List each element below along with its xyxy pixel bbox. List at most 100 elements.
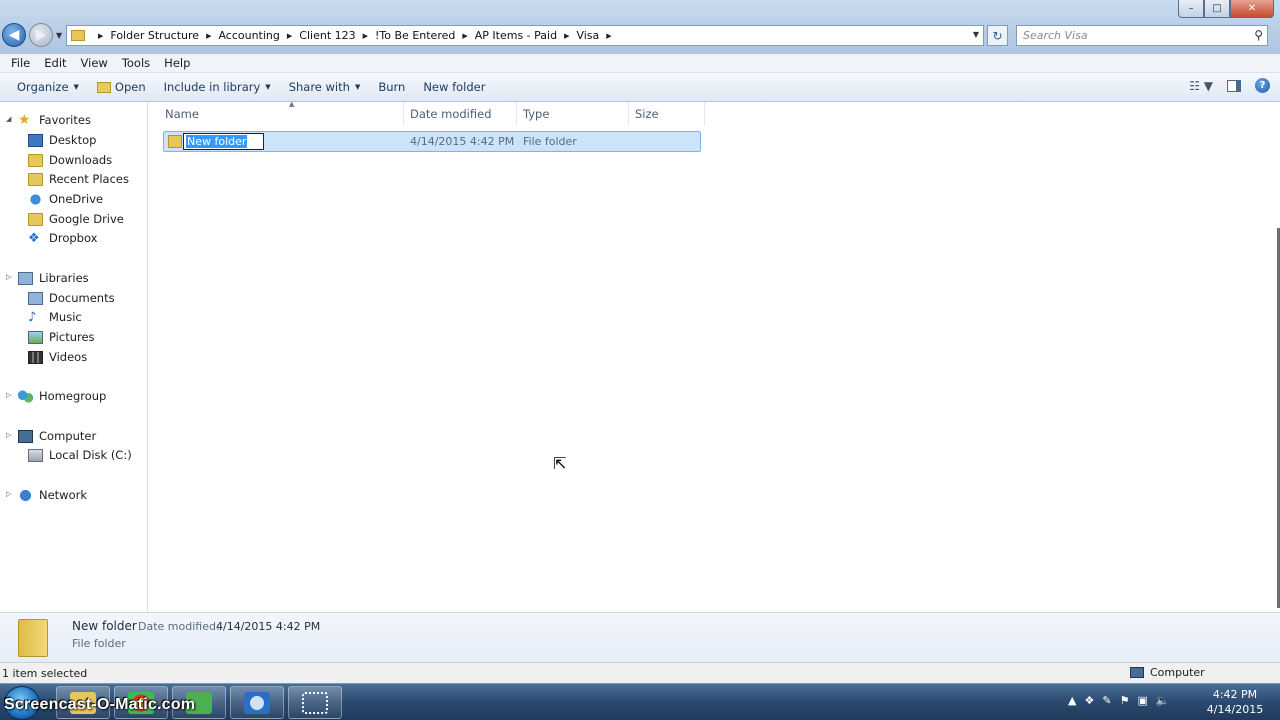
clock[interactable]: 4:42 PM 4/14/2015 [1200,687,1270,717]
expand-arrow-icon[interactable]: ▷ [6,490,11,498]
nav-onedrive[interactable]: OneDrive [28,190,103,208]
open-folder-icon [96,81,111,93]
column-header-date[interactable]: Date modified [404,102,517,126]
recent-pages-dropdown[interactable]: ▼ [56,31,62,40]
downloads-icon [28,153,43,167]
share-with-button[interactable]: Share with ▼ [280,80,370,94]
chevron-right-icon[interactable]: ▶ [564,32,569,40]
taskbar-screen-recorder[interactable] [288,686,342,719]
breadcrumb-item[interactable]: Folder Structure [110,29,199,42]
help-icon[interactable]: ? [1255,78,1270,93]
refresh-icon: ↻ [992,28,1003,43]
nav-pictures[interactable]: Pictures [28,328,95,346]
dropbox-icon[interactable]: ❖ [1084,694,1094,707]
details-date-value: 4/14/2015 4:42 PM [216,620,321,633]
clock-date: 4/14/2015 [1206,703,1264,716]
preview-pane-icon[interactable] [1227,79,1241,92]
pen-icon[interactable]: ✎ [1102,694,1111,707]
selection-count: 1 item selected [2,667,88,680]
open-label: Open [114,80,146,94]
action-center-flag-icon[interactable]: ⚑ [1120,694,1130,707]
dropbox-icon: ❖ [28,230,40,246]
window-controls: – □ ✕ [1178,0,1274,18]
burn-button[interactable]: Burn [369,80,414,94]
show-hidden-icons-icon[interactable]: ▲ [1068,694,1076,707]
maximize-button[interactable]: □ [1204,0,1230,18]
organize-button[interactable]: Organize ▼ [8,80,88,94]
sort-ascending-icon: ▲ [289,100,295,108]
taskbar-thunderbird[interactable] [230,686,284,719]
nav-music[interactable]: ♪ Music [28,308,82,326]
menu-bar: File Edit View Tools Help [0,54,1280,73]
nav-google-drive[interactable]: Google Drive [28,210,124,228]
nav-favorites[interactable]: ★ Favorites [18,111,91,129]
nav-label: Computer [39,429,97,443]
breadcrumb-item[interactable]: !To Be Entered [375,29,455,42]
details-date-label: Date modified: [138,620,220,633]
breadcrumb-item[interactable]: Visa [576,29,599,42]
new-folder-button[interactable]: New folder [414,80,494,94]
nav-downloads[interactable]: Downloads [28,151,112,169]
search-input[interactable]: Search Visa ⚲ [1016,25,1268,46]
chevron-right-icon[interactable]: ▶ [287,32,292,40]
include-in-library-button[interactable]: Include in library ▼ [155,80,280,94]
mail-icon [244,692,270,714]
back-button[interactable]: ◀ [2,23,26,47]
nav-label: Libraries [39,271,89,285]
file-date: 4/14/2015 4:42 PM [410,135,515,148]
column-header-name[interactable]: Name ▲ [159,100,404,126]
nav-computer[interactable]: Computer [18,427,96,445]
file-row[interactable]: New folder 4/14/2015 4:42 PM File folder [163,131,701,152]
volume-icon[interactable]: 🔈 [1156,694,1170,707]
nav-homegroup[interactable]: Homegroup [18,387,106,405]
menu-edit[interactable]: Edit [37,56,73,70]
chevron-right-icon[interactable]: ▶ [462,32,467,40]
search-icon[interactable]: ⚲ [1254,28,1263,42]
collapse-arrow-icon[interactable]: ◢ [6,115,11,123]
menu-file[interactable]: File [4,56,37,70]
nav-libraries[interactable]: Libraries [18,269,89,287]
change-view-icon[interactable]: ☷ ▼ [1189,79,1213,93]
column-header-type[interactable]: Type [517,102,629,126]
chevron-right-icon[interactable]: ▶ [206,32,211,40]
nav-recent-places[interactable]: Recent Places [28,170,129,188]
network-icon[interactable]: ▣ [1137,694,1147,707]
nav-desktop[interactable]: Desktop [28,131,96,149]
minimize-button[interactable]: – [1178,0,1204,18]
nav-network[interactable]: Network [18,486,87,504]
nav-videos[interactable]: Videos [28,348,87,366]
expand-arrow-icon[interactable]: ▷ [6,391,11,399]
menu-help[interactable]: Help [157,56,197,70]
chevron-right-icon[interactable]: ▶ [98,32,103,40]
chevron-down-icon: ▼ [265,83,271,91]
menu-tools[interactable]: Tools [115,56,157,70]
expand-arrow-icon[interactable]: ▷ [6,273,11,281]
nav-documents[interactable]: Documents [28,289,115,307]
address-history-dropdown[interactable]: ▼ [973,30,979,39]
forward-button[interactable]: ▶ [29,23,53,47]
breadcrumb-item[interactable]: AP Items - Paid [475,29,557,42]
status-bar: 1 item selected Computer [0,662,1280,683]
rename-input[interactable]: New folder [183,133,264,150]
nav-dropbox[interactable]: ❖ Dropbox [28,229,97,247]
nav-local-disk[interactable]: Local Disk (C:) [28,446,132,464]
close-button[interactable]: ✕ [1230,0,1274,18]
menu-view[interactable]: View [74,56,115,70]
search-placeholder: Search Visa [1023,29,1088,42]
nav-label: Local Disk (C:) [49,448,132,462]
network-icon [18,488,33,502]
music-icon: ♪ [28,309,37,325]
nav-label: Google Drive [49,212,124,226]
chevron-right-icon[interactable]: ▶ [606,32,611,40]
breadcrumb-item[interactable]: Client 123 [299,29,355,42]
address-bar[interactable]: ▶ Folder Structure ▶ Accounting ▶ Client… [66,25,984,46]
recorder-watermark: Screencast-O-Matic.com [4,696,196,713]
refresh-button[interactable]: ↻ [987,25,1008,46]
expand-arrow-icon[interactable]: ▷ [6,431,11,439]
open-button[interactable]: Open [88,80,155,94]
chevron-right-icon[interactable]: ▶ [363,32,368,40]
column-header-size[interactable]: Size [629,102,705,126]
computer-icon [18,429,33,443]
breadcrumb-item[interactable]: Accounting [218,29,279,42]
column-label: Type [523,107,550,121]
